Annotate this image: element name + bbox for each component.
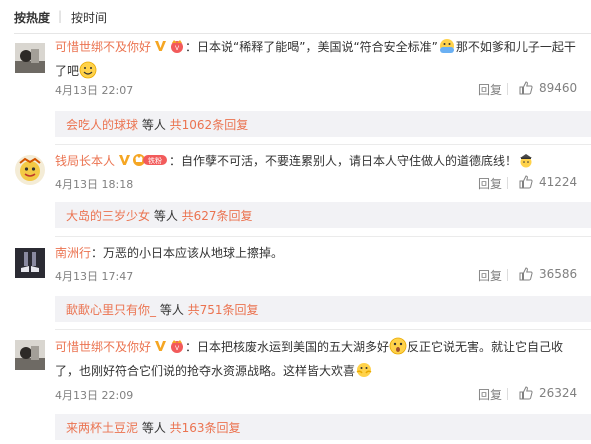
sub-reply-count-link[interactable]: 共1062条回复 bbox=[170, 118, 249, 132]
avatar-image bbox=[15, 43, 45, 73]
thumbs-up-icon[interactable] bbox=[519, 267, 533, 281]
svip-fan-badge-icon[interactable]: 铁粉 bbox=[133, 152, 169, 174]
sub-reply-count-link[interactable]: 共751条回复 bbox=[188, 303, 259, 317]
comment-username[interactable]: 可惜世绑不及你好 bbox=[55, 40, 151, 54]
sub-reply-count-link[interactable]: 共627条回复 bbox=[182, 209, 253, 223]
thumbs-up-icon[interactable] bbox=[519, 81, 533, 95]
comment-item: 可惜世绑不及你好 V ：日本说“稀释了能喝”，美国说“符合安全标准” 那不如爹和儿子一… bbox=[0, 34, 591, 144]
avatar[interactable] bbox=[15, 155, 45, 185]
sort-by-time-tab[interactable]: 按时间 bbox=[71, 9, 107, 26]
comment-text: 钱局长本人 铁粉 ：自作孽不可活，不要连累别人，请日本人守住做人的道德底线！ bbox=[55, 150, 583, 174]
avatar[interactable] bbox=[15, 340, 45, 370]
verified-v-icon bbox=[155, 341, 167, 351]
smile-emoji-icon bbox=[79, 61, 97, 79]
avatar-image bbox=[15, 340, 45, 370]
action-separator bbox=[507, 388, 508, 400]
like-count: 41224 bbox=[539, 175, 578, 189]
comment-actions: 回复 41224 bbox=[478, 175, 586, 191]
comment-time: 4月13日 22:07 bbox=[55, 84, 134, 97]
sort-by-hot-tab[interactable]: 按热度 bbox=[14, 9, 50, 26]
reply-button[interactable]: 回复 bbox=[478, 175, 502, 192]
verified-v-icon bbox=[119, 155, 131, 165]
comment-body-cont: 反正它说无害。就让它自己收 bbox=[407, 340, 564, 354]
comment-actions: 回复 89460 bbox=[478, 81, 586, 97]
comment-text: 可惜世绑不及你好 V ：日本把核废水运到美国的五大湖多好 反正它说无害。就让它自己收了… bbox=[55, 336, 583, 382]
sub-reply-username[interactable]: 大岛的三岁少女 bbox=[66, 209, 150, 223]
comment-item: 南洲行：万恶的小日本应该从地球上擦掉。 4月13日 17:47 回复 36586… bbox=[0, 237, 591, 329]
thumbs-up-icon[interactable] bbox=[519, 175, 533, 189]
verified-v-icon bbox=[155, 41, 167, 51]
action-separator bbox=[507, 269, 508, 281]
action-separator bbox=[507, 83, 508, 95]
sub-replies-summary: 来两杯土豆泥 等人 共163条回复 bbox=[66, 421, 241, 435]
comment-text: 南洲行：万恶的小日本应该从地球上擦掉。 bbox=[55, 246, 284, 260]
comment-body-cont2: 了，也刚好符合它们说的抢夺水资源战略。这样皆大欢喜 bbox=[55, 364, 356, 378]
reply-button[interactable]: 回复 bbox=[478, 267, 502, 284]
comment-username[interactable]: 可惜世绑不及你好 bbox=[55, 340, 151, 354]
sort-separator: | bbox=[58, 9, 63, 23]
comment-text: 可惜世绑不及你好 V ：日本说“稀释了能喝”，美国说“符合安全标准” 那不如爹和儿子一… bbox=[55, 36, 583, 82]
comment-actions: 回复 26324 bbox=[478, 386, 586, 402]
surprised-emoji-icon bbox=[389, 337, 407, 355]
sub-reply-username[interactable]: 歃歃心里只有你_ bbox=[66, 303, 156, 317]
sub-reply-username[interactable]: 会吃人的球球 bbox=[66, 118, 138, 132]
comment-item: 钱局长本人 铁粉 ：自作孽不可活，不要连累别人，请日本人守住做人的道德底线！ 4月1… bbox=[0, 145, 591, 237]
reply-button[interactable]: 回复 bbox=[478, 81, 502, 98]
comment-time: 4月13日 18:18 bbox=[55, 178, 134, 191]
comment-username[interactable]: 钱局长本人 bbox=[55, 154, 115, 168]
sub-replies-box[interactable]: 大岛的三岁少女 等人 共627条回复 bbox=[55, 202, 591, 228]
comment-item: 可惜世绑不及你好 V ：日本把核废水运到美国的五大湖多好 反正它说无害。就让它自己收了… bbox=[0, 330, 591, 444]
sort-bar: 按热度 | 按时间 bbox=[0, 0, 591, 34]
fan-crown-badge-icon[interactable]: V bbox=[169, 338, 185, 360]
sub-replies-summary: 大岛的三岁少女 等人 共627条回复 bbox=[66, 209, 253, 223]
svg-text:铁粉: 铁粉 bbox=[148, 156, 162, 165]
hug-emoji-icon bbox=[439, 39, 454, 53]
comment-body: 万恶的小日本应该从地球上擦掉。 bbox=[103, 246, 284, 260]
sub-reply-count-link[interactable]: 共163条回复 bbox=[170, 421, 241, 435]
action-separator bbox=[507, 177, 508, 189]
comment-body: 自作孽不可活，不要连累别人，请日本人守住做人的道德底线！ bbox=[181, 154, 518, 168]
comment-time: 4月13日 22:09 bbox=[55, 389, 134, 402]
like-count: 26324 bbox=[539, 386, 578, 400]
like-count: 36586 bbox=[539, 267, 578, 281]
comment-body: 日本把核废水运到美国的五大湖多好 bbox=[197, 340, 390, 354]
avatar[interactable] bbox=[15, 43, 45, 73]
sub-replies-box[interactable]: 会吃人的球球 等人 共1062条回复 bbox=[55, 111, 591, 137]
fan-crown-badge-icon[interactable]: V bbox=[169, 38, 185, 60]
reply-button[interactable]: 回复 bbox=[478, 386, 502, 403]
sub-replies-box[interactable]: 来两杯土豆泥 等人 共163条回复 bbox=[55, 414, 591, 440]
police-emoji-icon bbox=[520, 154, 533, 168]
like-count: 89460 bbox=[539, 81, 578, 95]
thumbs-up-icon[interactable] bbox=[519, 386, 533, 400]
sub-replies-summary: 会吃人的球球 等人 共1062条回复 bbox=[66, 118, 249, 132]
comment-body: 日本说“稀释了能喝”，美国说“符合安全标准” bbox=[197, 40, 438, 54]
sub-replies-summary: 歃歃心里只有你_ 等人 共751条回复 bbox=[66, 303, 259, 317]
comment-actions: 回复 36586 bbox=[478, 267, 586, 283]
sub-reply-username[interactable]: 来两杯土豆泥 bbox=[66, 421, 138, 435]
avatar-image bbox=[15, 248, 45, 278]
hug-emoji-icon bbox=[356, 363, 372, 377]
comment-time: 4月13日 17:47 bbox=[55, 270, 134, 283]
avatar[interactable] bbox=[15, 248, 45, 278]
sub-replies-box[interactable]: 歃歃心里只有你_ 等人 共751条回复 bbox=[55, 296, 591, 322]
comment-username[interactable]: 南洲行 bbox=[55, 246, 91, 260]
avatar-image bbox=[15, 155, 45, 185]
